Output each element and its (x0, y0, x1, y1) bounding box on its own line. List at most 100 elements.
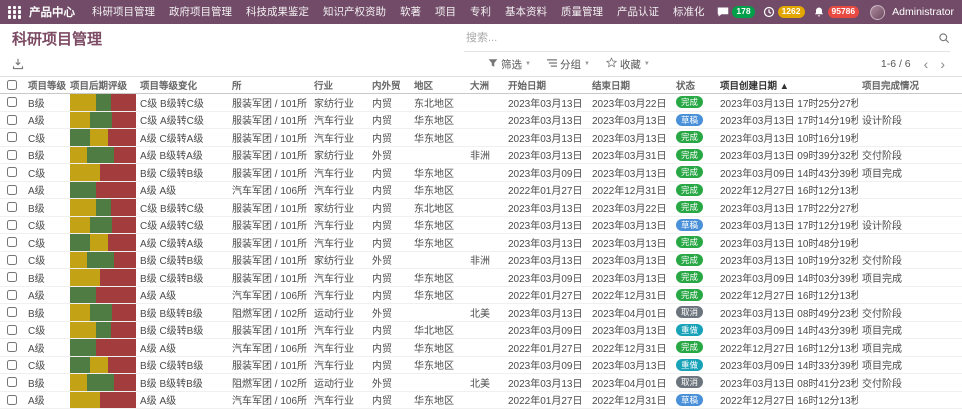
cell-completion-stage (858, 129, 928, 146)
row-checkbox[interactable] (7, 202, 17, 212)
row-checkbox[interactable] (7, 290, 17, 300)
pager-previous-button[interactable]: ‹ (919, 57, 934, 71)
header-select-all (0, 80, 24, 90)
table-row[interactable]: C级B级 C级转B级服装军团 / 101所汽车行业内贸华东地区2023年03月0… (0, 357, 962, 375)
column-header[interactable]: 项目后期评级 (70, 78, 136, 92)
favorites-button[interactable]: 收藏 ▼ (606, 57, 650, 72)
cell-created-date: 2023年03月13日 17时22分27秒 (716, 199, 858, 216)
topbar-menu-item[interactable]: 政府项目管理 (162, 0, 239, 24)
column-header[interactable]: 项目等级 (24, 78, 70, 92)
cell-continent (466, 164, 504, 181)
cell-status: 草稿 (672, 112, 716, 129)
table-row[interactable]: B级B级 B级转B级阻燃军团 / 102所运动行业外贸北美2023年03月13日… (0, 304, 962, 322)
column-header[interactable]: 地区 (410, 78, 466, 92)
control-panel: 科研项目管理 (0, 24, 962, 52)
row-checkbox[interactable] (7, 272, 17, 282)
topbar-menu-item[interactable]: 项目 (428, 0, 463, 24)
rating-bar (70, 392, 136, 409)
row-checkbox[interactable] (7, 115, 17, 125)
table-row[interactable]: B级B级 C级转B级服装军团 / 101所汽车行业内贸华东地区2023年03月0… (0, 269, 962, 287)
row-checkbox[interactable] (7, 132, 17, 142)
row-checkbox[interactable] (7, 167, 17, 177)
table-row[interactable]: A级A级 A级汽车军团 / 106所汽车行业内贸华东地区2022年01月27日2… (0, 339, 962, 357)
table-row[interactable]: A级A级 A级汽车军团 / 106所汽车行业内贸华东地区2022年01月27日2… (0, 392, 962, 409)
brand-title[interactable]: 产品中心 (29, 4, 75, 20)
topbar-menu-item[interactable]: 标准化 (666, 0, 712, 24)
cell-status: 完成 (672, 182, 716, 199)
cell-status: 完成 (672, 339, 716, 356)
cell-continent (466, 94, 504, 111)
column-header[interactable]: 内外贸 (368, 78, 410, 92)
avatar[interactable] (870, 5, 885, 20)
row-checkbox[interactable] (7, 220, 17, 230)
row-checkbox[interactable] (7, 395, 17, 405)
table-row[interactable]: A级A级 A级汽车军团 / 106所汽车行业内贸华东地区2022年01月27日2… (0, 287, 962, 305)
column-header[interactable]: 状态 (672, 78, 716, 92)
table-row[interactable]: C级B级 C级转B级服装军团 / 101所汽车行业内贸华东地区2023年03月0… (0, 164, 962, 182)
pager-next-button[interactable]: › (935, 57, 950, 71)
table-row[interactable]: C级B级 C级转B级服装军团 / 101所家纺行业外贸非洲2023年03月13日… (0, 252, 962, 270)
table-row[interactable]: A级A级 A级汽车军团 / 106所汽车行业内贸华东地区2022年01月27日2… (0, 182, 962, 200)
column-header[interactable]: 结束日期 (588, 78, 672, 92)
topbar-menu-item[interactable]: 科研项目管理 (85, 0, 162, 24)
column-header[interactable]: 大洲 (466, 78, 504, 92)
status-badge: 完成 (676, 166, 703, 178)
cell-completion-stage (858, 392, 928, 409)
row-checkbox[interactable] (7, 307, 17, 317)
topbar-menu-item[interactable]: 基本资料 (498, 0, 554, 24)
table-row[interactable]: C级A级 C级转A级服装军团 / 101所汽车行业内贸华东地区2023年03月1… (0, 234, 962, 252)
column-header[interactable]: 所 (228, 78, 310, 92)
group-by-button[interactable]: 分组 ▼ (547, 57, 590, 72)
apps-grid-icon[interactable] (8, 6, 21, 19)
table-header: 项目等级项目后期评级项目等级变化所行业内外贸地区大洲开始日期结束日期状态项目创建… (0, 76, 962, 94)
cell-start-date: 2023年03月13日 (504, 112, 588, 129)
topbar-menu-item[interactable]: 软著 (393, 0, 428, 24)
column-header[interactable]: 项目完成情况 (858, 78, 928, 92)
table-row[interactable]: B级C级 B级转C级服装军团 / 101所家纺行业内贸东北地区2023年03月1… (0, 94, 962, 112)
table-row[interactable]: B级C级 B级转C级服装军团 / 101所家纺行业内贸东北地区2023年03月1… (0, 199, 962, 217)
bell-icon[interactable] (813, 6, 825, 18)
row-checkbox[interactable] (7, 255, 17, 265)
row-checkbox[interactable] (7, 150, 17, 160)
table-row[interactable]: C级C级 A级转C级服装军团 / 101所汽车行业内贸华东地区2023年03月1… (0, 217, 962, 235)
rating-bar (70, 217, 136, 234)
column-header[interactable]: 项目创建日期 ▲ (716, 78, 858, 92)
row-checkbox[interactable] (7, 377, 17, 387)
row-checkbox[interactable] (7, 237, 17, 247)
topbar-menu-item[interactable]: 知识产权资助 (316, 0, 393, 24)
clock-icon[interactable] (763, 6, 775, 18)
chat-count-badge[interactable]: 178 (732, 6, 754, 17)
search-input[interactable] (464, 31, 932, 45)
table-row[interactable]: C级A级 C级转A级服装军团 / 101所汽车行业内贸华东地区2023年03月1… (0, 129, 962, 147)
row-checkbox[interactable] (7, 185, 17, 195)
column-header[interactable]: 项目等级变化 (136, 78, 228, 92)
column-header[interactable]: 开始日期 (504, 78, 588, 92)
cell-created-date: 2023年03月13日 10时16分19秒 (716, 129, 858, 146)
cell-level-change: C级 A级转C级 (136, 112, 228, 129)
table-row[interactable]: B级A级 B级转A级服装军团 / 101所家纺行业外贸非洲2023年03月13日… (0, 147, 962, 165)
cell-completion-stage (858, 234, 928, 251)
cell-status: 完成 (672, 287, 716, 304)
activity-count-badge[interactable]: 1262 (778, 6, 805, 17)
table-row[interactable]: C级B级 C级转B级服装军团 / 101所汽车行业内贸华北地区2023年03月0… (0, 322, 962, 340)
filter-button[interactable]: 筛选 ▼ (488, 57, 531, 72)
export-icon[interactable] (12, 58, 24, 70)
user-menu[interactable]: Administrator (892, 6, 954, 18)
table-row[interactable]: A级C级 A级转C级服装军团 / 101所汽车行业内贸华东地区2023年03月1… (0, 112, 962, 130)
row-checkbox[interactable] (7, 342, 17, 352)
row-checkbox[interactable] (7, 360, 17, 370)
search-icon[interactable] (932, 32, 950, 44)
row-checkbox[interactable] (7, 325, 17, 335)
message-count-badge[interactable]: 95786 (828, 6, 860, 17)
chat-icon[interactable] (717, 6, 729, 18)
column-header[interactable]: 行业 (310, 78, 368, 92)
topbar-menu-item[interactable]: 专利 (463, 0, 498, 24)
cell-level-change: C级 B级转C级 (136, 94, 228, 111)
topbar-menu-item[interactable]: 产品认证 (610, 0, 666, 24)
topbar-menu-item[interactable]: 科技成果鉴定 (239, 0, 316, 24)
cell-extra (928, 252, 962, 269)
row-checkbox[interactable] (7, 97, 17, 107)
select-all-checkbox[interactable] (7, 80, 17, 90)
topbar-menu-item[interactable]: 质量管理 (554, 0, 610, 24)
table-row[interactable]: B级B级 B级转B级阻燃军团 / 102所运动行业外贸北美2023年03月13日… (0, 374, 962, 392)
